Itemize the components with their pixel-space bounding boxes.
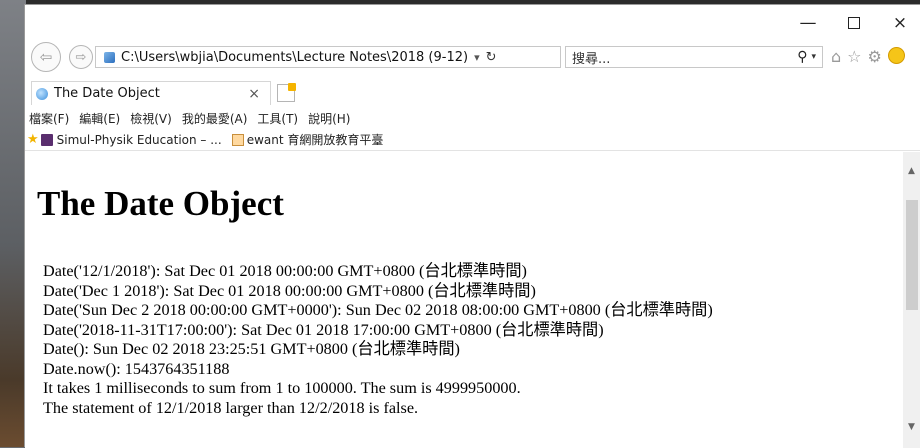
- page-content: The Date Object Date('12/1/2018'): Sat D…: [25, 152, 903, 448]
- back-arrow-icon: ⇦: [39, 48, 53, 66]
- output-lines: Date('12/1/2018'): Sat Dec 01 2018 00:00…: [43, 262, 713, 418]
- output-line: It takes 1 milliseconds to sum from 1 to…: [43, 379, 521, 397]
- refresh-icon[interactable]: ↻: [486, 50, 497, 65]
- favorite-link-simul-physik[interactable]: Simul-Physik Education – ...: [57, 133, 222, 147]
- vertical-scrollbar[interactable]: ▲ ▼: [903, 152, 920, 448]
- favorites-bar: ★ Simul-Physik Education – ... ewant 育網開…: [25, 129, 920, 151]
- navigation-bar: ⇦ ⇨ C:\Users\wbjia\Documents\Lecture Not…: [25, 41, 920, 72]
- tab-the-date-object[interactable]: The Date Object ×: [31, 81, 271, 105]
- output-line: Date.now(): 1543764351188: [43, 359, 230, 378]
- settings-icon[interactable]: ⚙: [868, 47, 882, 66]
- search-dropdown-icon[interactable]: ▾: [811, 52, 816, 62]
- menu-help[interactable]: 說明(H): [308, 110, 350, 127]
- search-icon[interactable]: ⚲: [797, 49, 807, 65]
- output-line: Date('Sun Dec 2 2018 00:00:00 GMT+0000')…: [43, 301, 713, 319]
- favorite-link-ewant[interactable]: ewant 育網開放教育平臺: [247, 131, 384, 148]
- scroll-up-icon[interactable]: ▲: [908, 166, 915, 176]
- toolbar-icons: ⌂ ☆ ⚙: [831, 47, 905, 66]
- minimize-button[interactable]: —: [785, 5, 831, 41]
- close-window-button[interactable]: ×: [877, 5, 920, 41]
- page-heading: The Date Object: [37, 184, 284, 223]
- new-tab-button[interactable]: [277, 83, 296, 102]
- output-line: The statement of 12/1/2018 larger than 1…: [43, 398, 419, 417]
- output-line: Date('2018-11-31T17:00:00'): Sat Dec 01 …: [43, 320, 604, 339]
- tab-title: The Date Object: [54, 86, 160, 101]
- minimize-icon: —: [799, 13, 817, 33]
- close-icon: ×: [892, 13, 908, 33]
- favorites-star-icon[interactable]: ★: [27, 132, 39, 147]
- menu-view[interactable]: 檢視(V): [130, 110, 172, 127]
- menu-bar: 檔案(F) 編輯(E) 檢視(V) 我的最愛(A) 工具(T) 說明(H): [25, 107, 920, 129]
- desktop-background: [0, 0, 26, 447]
- address-text[interactable]: C:\Users\wbjia\Documents\Lecture Notes\2…: [121, 50, 468, 65]
- tab-close-icon[interactable]: ×: [248, 86, 260, 102]
- output-line: Date('12/1/2018'): Sat Dec 01 2018 00:00…: [43, 262, 527, 280]
- ewant-icon: [231, 133, 244, 146]
- scrollbar-thumb[interactable]: [906, 200, 918, 310]
- search-input[interactable]: 搜尋...: [566, 48, 797, 67]
- menu-edit[interactable]: 編輯(E): [79, 110, 120, 127]
- favorites-icon[interactable]: ☆: [847, 47, 861, 66]
- home-icon[interactable]: ⌂: [831, 47, 841, 66]
- menu-tools[interactable]: 工具(T): [257, 110, 298, 127]
- simul-physik-icon: [40, 133, 53, 146]
- title-bar: — ×: [25, 5, 920, 41]
- output-line: Date(): Sun Dec 02 2018 23:25:51 GMT+080…: [43, 340, 460, 358]
- ie-page-icon: [36, 87, 48, 100]
- feedback-smiley-icon[interactable]: [887, 47, 905, 64]
- page-icon: [104, 51, 115, 63]
- maximize-icon: [848, 17, 860, 29]
- search-box[interactable]: 搜尋... ⚲ ▾: [565, 46, 823, 68]
- forward-button[interactable]: ⇨: [69, 45, 93, 69]
- scroll-down-icon[interactable]: ▼: [908, 422, 915, 432]
- forward-arrow-icon: ⇨: [75, 49, 87, 65]
- menu-file[interactable]: 檔案(F): [29, 110, 69, 127]
- maximize-button[interactable]: [831, 5, 877, 41]
- back-button[interactable]: ⇦: [31, 42, 61, 72]
- address-bar[interactable]: C:\Users\wbjia\Documents\Lecture Notes\2…: [95, 46, 561, 68]
- tab-strip: The Date Object ×: [25, 81, 920, 107]
- browser-window: — × ⇦ ⇨ C:\Users\wbjia\Documents\Lecture…: [24, 4, 920, 448]
- address-dropdown-icon[interactable]: ▾: [474, 51, 480, 64]
- output-line: Date('Dec 1 2018'): Sat Dec 01 2018 00:0…: [43, 281, 536, 300]
- menu-favorites[interactable]: 我的最愛(A): [182, 110, 248, 127]
